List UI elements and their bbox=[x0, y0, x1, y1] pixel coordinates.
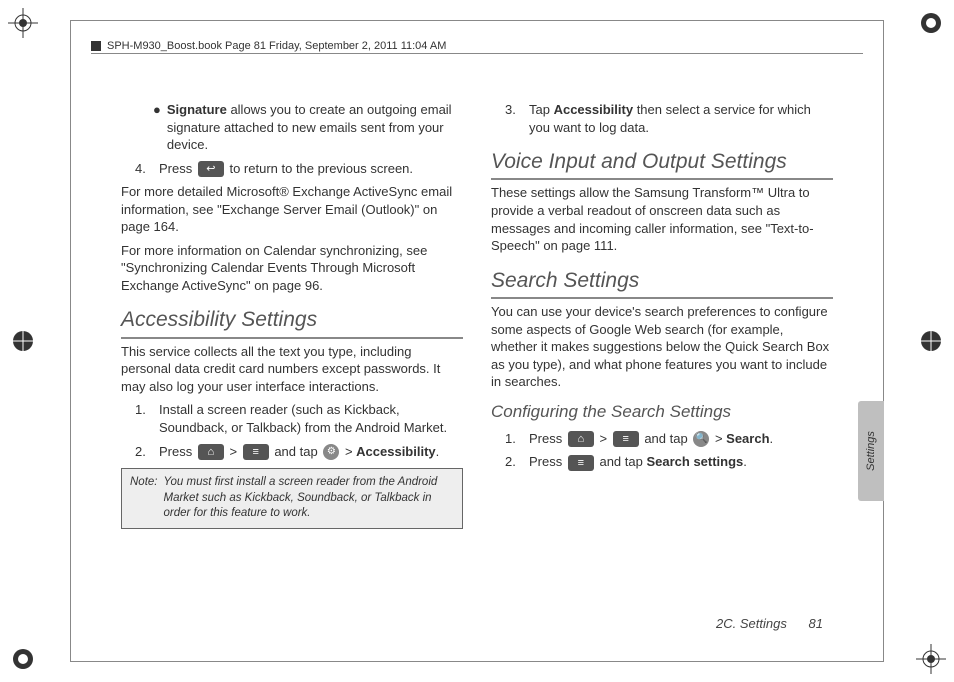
paragraph-calendar: For more information on Calendar synchro… bbox=[121, 242, 463, 295]
s2-b: and tap bbox=[599, 454, 646, 469]
home-key-icon: ⌂ bbox=[198, 444, 224, 460]
s1-gt2: > bbox=[715, 431, 726, 446]
page-header: SPH-M930_Boost.book Page 81 Friday, Sept… bbox=[91, 39, 863, 54]
heading-voice: Voice Input and Output Settings bbox=[491, 148, 833, 180]
note-box: Note: You must first install a screen re… bbox=[121, 468, 463, 529]
header-swatch-icon bbox=[91, 41, 101, 51]
s2-a: Press bbox=[529, 454, 566, 469]
registration-mark-icon bbox=[8, 644, 38, 674]
side-tab-label: Settings bbox=[865, 431, 877, 471]
acc2-bold: Accessibility bbox=[356, 444, 436, 459]
acc2-gt2: > bbox=[345, 444, 356, 459]
settings-icon: ⚙ bbox=[323, 444, 339, 460]
right-column: 3. Tap Accessibility then select a servi… bbox=[491, 101, 833, 591]
search-icon: 🔍 bbox=[693, 431, 709, 447]
registration-mark-icon bbox=[8, 8, 38, 38]
registration-mark-icon bbox=[916, 644, 946, 674]
paragraph-search: You can use your device's search prefere… bbox=[491, 303, 833, 391]
bullet-signature: ● Signature allows you to create an outg… bbox=[153, 101, 463, 154]
s2-dot: . bbox=[743, 454, 747, 469]
menu-key-icon: ≡ bbox=[613, 431, 639, 447]
menu-key-icon: ≡ bbox=[568, 455, 594, 471]
step-body: Press ⌂ > ≡ and tap ⚙ > Accessibility. bbox=[159, 443, 463, 461]
left-column: ● Signature allows you to create an outg… bbox=[121, 101, 463, 591]
note-label: Note: bbox=[130, 475, 158, 522]
step4-text-a: Press bbox=[159, 161, 196, 176]
s1-bold: Search bbox=[726, 431, 769, 446]
step-number: 2. bbox=[135, 443, 153, 461]
s1-gt1: > bbox=[599, 431, 610, 446]
s2-bold: Search settings bbox=[646, 454, 743, 469]
paragraph-exchange: For more detailed Microsoft® Exchange Ac… bbox=[121, 183, 463, 236]
header-text: SPH-M930_Boost.book Page 81 Friday, Sept… bbox=[107, 40, 446, 52]
registration-mark-icon bbox=[916, 326, 946, 356]
acc2-a: Press bbox=[159, 444, 196, 459]
note-body: You must first install a screen reader f… bbox=[164, 475, 455, 522]
s1-dot: . bbox=[770, 431, 774, 446]
acc-step-3: 3. Tap Accessibility then select a servi… bbox=[505, 101, 833, 136]
search-step-1: 1. Press ⌂ > ≡ and tap 🔍 > Search. bbox=[505, 430, 833, 448]
content-columns: ● Signature allows you to create an outg… bbox=[121, 101, 833, 591]
step-body: Press ≡ and tap Search settings. bbox=[529, 453, 833, 471]
acc2-b: and tap bbox=[274, 444, 321, 459]
menu-key-icon: ≡ bbox=[243, 444, 269, 460]
step-number: 4. bbox=[135, 160, 153, 178]
step3-a: Tap bbox=[529, 102, 554, 117]
step-body: Install a screen reader (such as Kickbac… bbox=[159, 401, 463, 436]
back-key-icon: ↩ bbox=[198, 161, 224, 177]
step-number: 3. bbox=[505, 101, 523, 136]
footer-page-number: 81 bbox=[809, 616, 823, 631]
subheading-config-search: Configuring the Search Settings bbox=[491, 401, 833, 424]
s1-a: Press bbox=[529, 431, 566, 446]
paragraph-accessibility-intro: This service collects all the text you t… bbox=[121, 343, 463, 396]
side-tab: Settings bbox=[858, 401, 884, 501]
home-key-icon: ⌂ bbox=[568, 431, 594, 447]
step3-bold: Accessibility bbox=[554, 102, 634, 117]
heading-accessibility: Accessibility Settings bbox=[121, 306, 463, 338]
step-body: Press ⌂ > ≡ and tap 🔍 > Search. bbox=[529, 430, 833, 448]
step4-text-b: to return to the previous screen. bbox=[229, 161, 413, 176]
search-step-2: 2. Press ≡ and tap Search settings. bbox=[505, 453, 833, 471]
step-body: Tap Accessibility then select a service … bbox=[529, 101, 833, 136]
bullet-bold: Signature bbox=[167, 102, 227, 117]
paragraph-voice: These settings allow the Samsung Transfo… bbox=[491, 184, 833, 254]
acc-step-1: 1. Install a screen reader (such as Kick… bbox=[135, 401, 463, 436]
step-number: 1. bbox=[505, 430, 523, 448]
footer-section: 2C. Settings bbox=[716, 616, 787, 631]
registration-mark-icon bbox=[916, 8, 946, 38]
step-number: 2. bbox=[505, 453, 523, 471]
acc-step-2: 2. Press ⌂ > ≡ and tap ⚙ > Accessibility… bbox=[135, 443, 463, 461]
acc2-dot: . bbox=[436, 444, 440, 459]
page-frame: SPH-M930_Boost.book Page 81 Friday, Sept… bbox=[70, 20, 884, 662]
acc2-gt1: > bbox=[229, 444, 240, 459]
bullet-dot-icon: ● bbox=[153, 101, 161, 154]
step-body: Press ↩ to return to the previous screen… bbox=[159, 160, 463, 178]
registration-mark-icon bbox=[8, 326, 38, 356]
heading-search: Search Settings bbox=[491, 267, 833, 299]
bullet-text: Signature allows you to create an outgoi… bbox=[167, 101, 463, 154]
step-number: 1. bbox=[135, 401, 153, 436]
s1-b: and tap bbox=[644, 431, 691, 446]
page-footer: 2C. Settings 81 bbox=[716, 616, 823, 631]
step-4: 4. Press ↩ to return to the previous scr… bbox=[135, 160, 463, 178]
